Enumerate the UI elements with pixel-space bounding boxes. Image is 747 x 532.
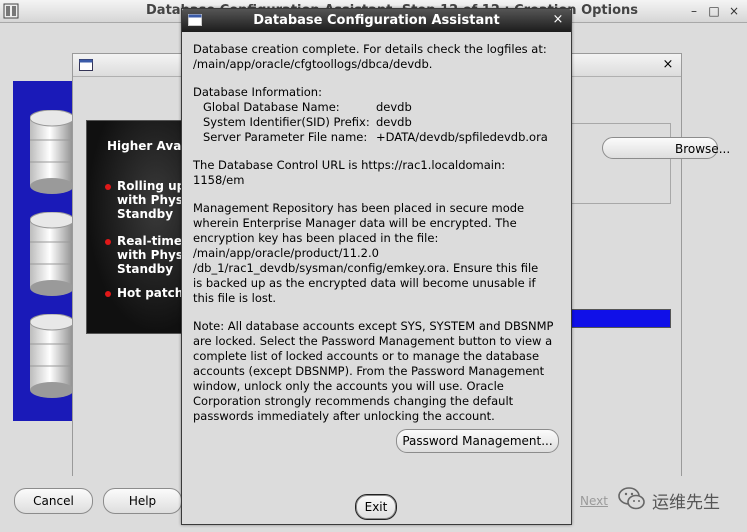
options-group-box <box>569 123 671 204</box>
bullet-icon <box>105 184 111 190</box>
completion-dialog: Database Configuration Assistant × Datab… <box>181 8 572 525</box>
info-value: devdb <box>376 115 412 129</box>
table-row: Global Database Name: devdb <box>193 100 548 115</box>
password-management-button[interactable]: Password Management... <box>396 429 559 453</box>
app-icon <box>3 3 19 19</box>
bullet-icon <box>105 291 111 297</box>
bullet-icon <box>105 239 111 245</box>
dialog-message: Database creation complete. For details … <box>193 42 567 437</box>
database-cylinder-icon <box>30 110 74 194</box>
next-button[interactable]: Next <box>580 494 608 508</box>
info-key: Global Database Name: <box>203 100 340 114</box>
database-cylinder-icon <box>30 314 74 398</box>
creation-message: Database creation complete. For details … <box>193 42 547 71</box>
window-icon <box>79 59 93 71</box>
table-row: Server Parameter File name: +DATA/devdb/… <box>193 130 548 145</box>
minimize-icon[interactable]: – <box>685 2 703 20</box>
accounts-message: Note: All database accounts except SYS, … <box>193 319 554 423</box>
progress-bar-fill <box>570 310 670 327</box>
dialog-titlebar: Database Configuration Assistant × <box>182 9 571 32</box>
info-heading: Database Information: <box>193 85 322 99</box>
wechat-logo-icon <box>618 487 645 510</box>
cancel-button[interactable]: Cancel <box>14 488 93 514</box>
maximize-icon[interactable]: □ <box>705 2 723 20</box>
info-value: +DATA/devdb/spfiledevdb.ora <box>376 130 548 144</box>
progress-bar <box>569 309 671 328</box>
info-value: devdb <box>376 100 412 114</box>
exit-button[interactable]: Exit <box>355 494 397 520</box>
close-icon[interactable]: × <box>725 2 743 20</box>
database-cylinder-icon <box>30 212 74 296</box>
info-key: System Identifier(SID) Prefix: <box>203 115 370 129</box>
repository-message: Management Repository has been placed in… <box>193 201 539 305</box>
database-info-table: Global Database Name: devdb System Ident… <box>193 100 548 145</box>
close-icon[interactable]: × <box>549 11 567 29</box>
help-button[interactable]: Help <box>103 488 182 514</box>
table-row: System Identifier(SID) Prefix: devdb <box>193 115 548 130</box>
control-url-message: The Database Control URL is https://rac1… <box>193 158 506 187</box>
watermark-text: 运维先生 <box>652 493 720 513</box>
dialog-title: Database Configuration Assistant <box>253 13 500 28</box>
info-key: Server Parameter File name: <box>203 130 368 144</box>
close-icon[interactable]: × <box>659 56 677 74</box>
browse-button[interactable]: Browse... <box>602 137 730 159</box>
